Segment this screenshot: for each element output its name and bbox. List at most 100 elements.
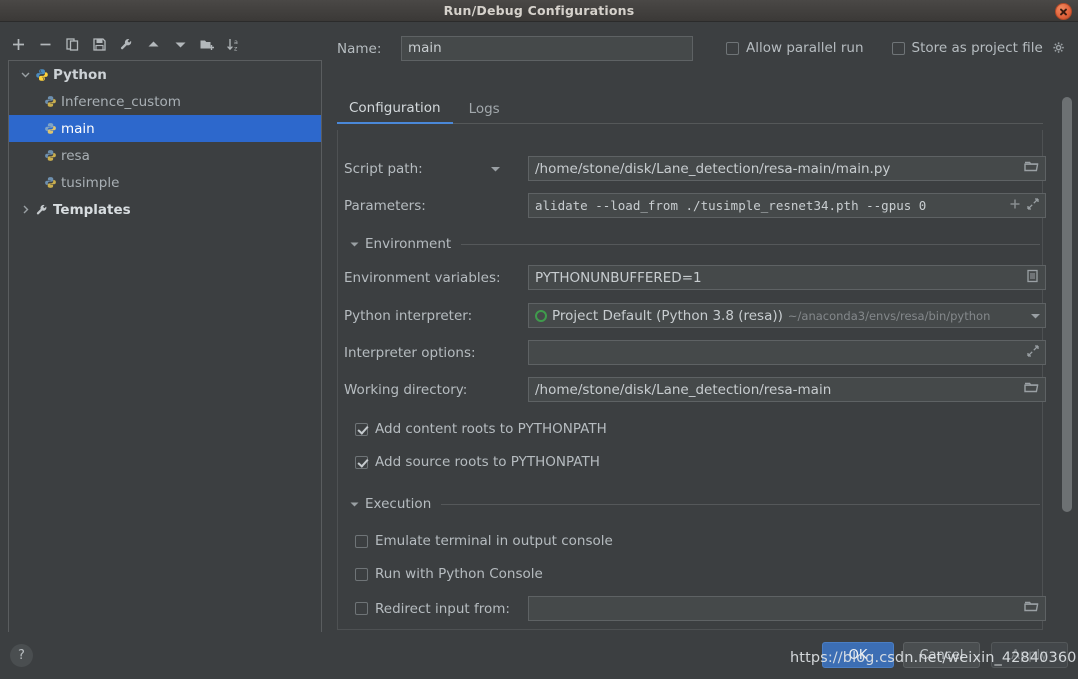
run-with-python-console-checkbox[interactable]: Run with Python Console (355, 566, 543, 582)
watermark-text: https://blog.csdn.net/weixin_42840360 (790, 650, 1077, 666)
name-row: Name: main (337, 36, 693, 61)
script-path-input[interactable]: /home/stone/disk/Lane_detection/resa-mai… (528, 156, 1046, 181)
tab-logs[interactable]: Logs (457, 98, 512, 123)
add-content-roots-checkbox[interactable]: Add content roots to PYTHONPATH (355, 421, 607, 437)
checkbox-box (891, 41, 905, 55)
tree-item-resa[interactable]: resa (9, 142, 321, 169)
python-icon (33, 67, 51, 83)
interpreter-options-row: Interpreter options: (344, 340, 1046, 365)
folder-icon[interactable] (1024, 381, 1039, 398)
arrow-down-icon[interactable] (168, 32, 192, 56)
vertical-scrollbar-thumb[interactable] (1062, 97, 1072, 512)
parameters-input[interactable]: alidate --load_from ./tusimple_resnet34.… (528, 193, 1046, 218)
plus-icon[interactable] (1009, 198, 1021, 214)
script-path-label: Script path: (344, 160, 423, 177)
checkbox-box (355, 602, 368, 615)
add-source-roots-checkbox[interactable]: Add source roots to PYTHONPATH (355, 454, 600, 470)
parameters-icons (1003, 197, 1039, 214)
section-divider (461, 243, 1040, 245)
emulate-terminal-checkbox[interactable]: Emulate terminal in output console (355, 533, 613, 549)
wrench-icon[interactable] (114, 32, 138, 56)
configuration-panel: Name: main Allow parallel run Store as p… (332, 22, 1078, 632)
checkbox-box (355, 567, 368, 581)
checkbox-box (355, 455, 368, 469)
tree-item-tusimple[interactable]: tusimple (9, 169, 321, 196)
python-icon (41, 121, 59, 137)
vertical-scrollbar-track[interactable] (1062, 74, 1072, 634)
sort-az-icon[interactable]: a z (222, 32, 246, 56)
configuration-tabs: Configuration Logs (337, 96, 1043, 124)
expand-icon[interactable] (1027, 344, 1039, 361)
chevron-right-icon[interactable] (17, 202, 33, 218)
redirect-input-checkbox[interactable]: Redirect input from: (355, 601, 528, 617)
environment-section-header[interactable]: Environment (350, 236, 1040, 252)
parameters-row: Parameters: alidate --load_from ./tusimp… (344, 193, 1046, 218)
chevron-down-icon[interactable] (350, 240, 359, 249)
name-input[interactable]: main (401, 36, 693, 61)
python-icon (41, 148, 59, 164)
python-interpreter-select[interactable]: Project Default (Python 3.8 (resa)) ~/an… (528, 303, 1046, 328)
redirect-input-icons (1018, 600, 1039, 617)
checkbox-box (726, 41, 739, 55)
redirect-input-label: Redirect input from: (375, 600, 510, 617)
allow-parallel-run-checkbox[interactable]: Allow parallel run (726, 40, 864, 56)
environment-variables-input[interactable]: PYTHONUNBUFFERED=1 (528, 265, 1046, 290)
add-content-roots-label: Add content roots to PYTHONPATH (375, 421, 607, 437)
tab-configuration[interactable]: Configuration (337, 97, 453, 124)
tree-item-label: resa (61, 147, 90, 164)
redirect-input-row: Redirect input from: (355, 596, 1046, 621)
copy-icon[interactable] (60, 32, 84, 56)
configurations-tree[interactable]: Python Inference_custom main resa tusimp… (8, 60, 322, 652)
save-icon[interactable] (87, 32, 111, 56)
environment-section-title: Environment (365, 236, 452, 252)
name-label: Name: (337, 40, 382, 57)
python-icon (41, 94, 59, 110)
chevron-down-icon[interactable] (350, 500, 359, 509)
list-edit-icon[interactable] (1026, 269, 1039, 287)
tree-item-label: Python (53, 66, 107, 83)
parameters-label: Parameters: (344, 197, 426, 214)
arrow-up-icon[interactable] (141, 32, 165, 56)
name-input-value: main (408, 40, 442, 56)
folder-icon[interactable] (1024, 160, 1039, 177)
execution-section-header[interactable]: Execution (350, 496, 1040, 512)
close-icon[interactable] (1055, 3, 1072, 20)
help-button[interactable]: ? (10, 644, 33, 667)
wrench-icon (33, 202, 51, 218)
emulate-terminal-label: Emulate terminal in output console (375, 533, 613, 549)
tree-item-inference-custom[interactable]: Inference_custom (9, 88, 321, 115)
script-path-icons (1018, 160, 1039, 177)
tree-item-main[interactable]: main (9, 115, 321, 142)
working-directory-input[interactable]: /home/stone/disk/Lane_detection/resa-mai… (528, 377, 1046, 402)
title-bar: Run/Debug Configurations (0, 0, 1078, 22)
interpreter-options-input[interactable] (528, 340, 1046, 365)
python-interpreter-label: Python interpreter: (344, 307, 473, 324)
folder-add-icon[interactable] (195, 32, 219, 56)
remove-button[interactable] (33, 32, 57, 56)
expand-icon[interactable] (1027, 197, 1039, 214)
python-icon (41, 175, 59, 191)
tree-item-templates[interactable]: Templates (9, 196, 321, 223)
script-path-row: Script path: /home/stone/disk/Lane_detec… (344, 156, 1046, 181)
working-directory-label: Working directory: (344, 381, 468, 398)
parameters-value: alidate --load_from ./tusimple_resnet34.… (535, 198, 927, 213)
interpreter-options-label: Interpreter options: (344, 344, 476, 361)
folder-icon[interactable] (1024, 600, 1039, 617)
redirect-input-field[interactable] (528, 596, 1046, 621)
tree-item-python[interactable]: Python (9, 61, 321, 88)
tree-item-label: Templates (53, 201, 131, 218)
environment-variables-label: Environment variables: (344, 269, 501, 286)
tree-item-label: main (61, 120, 95, 137)
tree-item-label: tusimple (61, 174, 120, 191)
configurations-sidebar: a z Python Inference_custom main resa tu… (0, 22, 330, 652)
chevron-down-icon[interactable] (1022, 312, 1041, 320)
script-path-mode-dropdown[interactable] (490, 165, 528, 173)
run-debug-configurations-dialog: Run/Debug Configurations a z Python Infe… (0, 0, 1078, 679)
configuration-form: Script path: /home/stone/disk/Lane_detec… (337, 130, 1046, 630)
gear-icon[interactable] (1052, 41, 1066, 55)
store-as-project-file-checkbox[interactable]: Store as project file (891, 40, 1066, 56)
chevron-down-icon[interactable] (17, 67, 33, 83)
tree-item-label: Inference_custom (61, 93, 181, 110)
add-button[interactable] (6, 32, 30, 56)
script-path-value: /home/stone/disk/Lane_detection/resa-mai… (535, 160, 891, 177)
